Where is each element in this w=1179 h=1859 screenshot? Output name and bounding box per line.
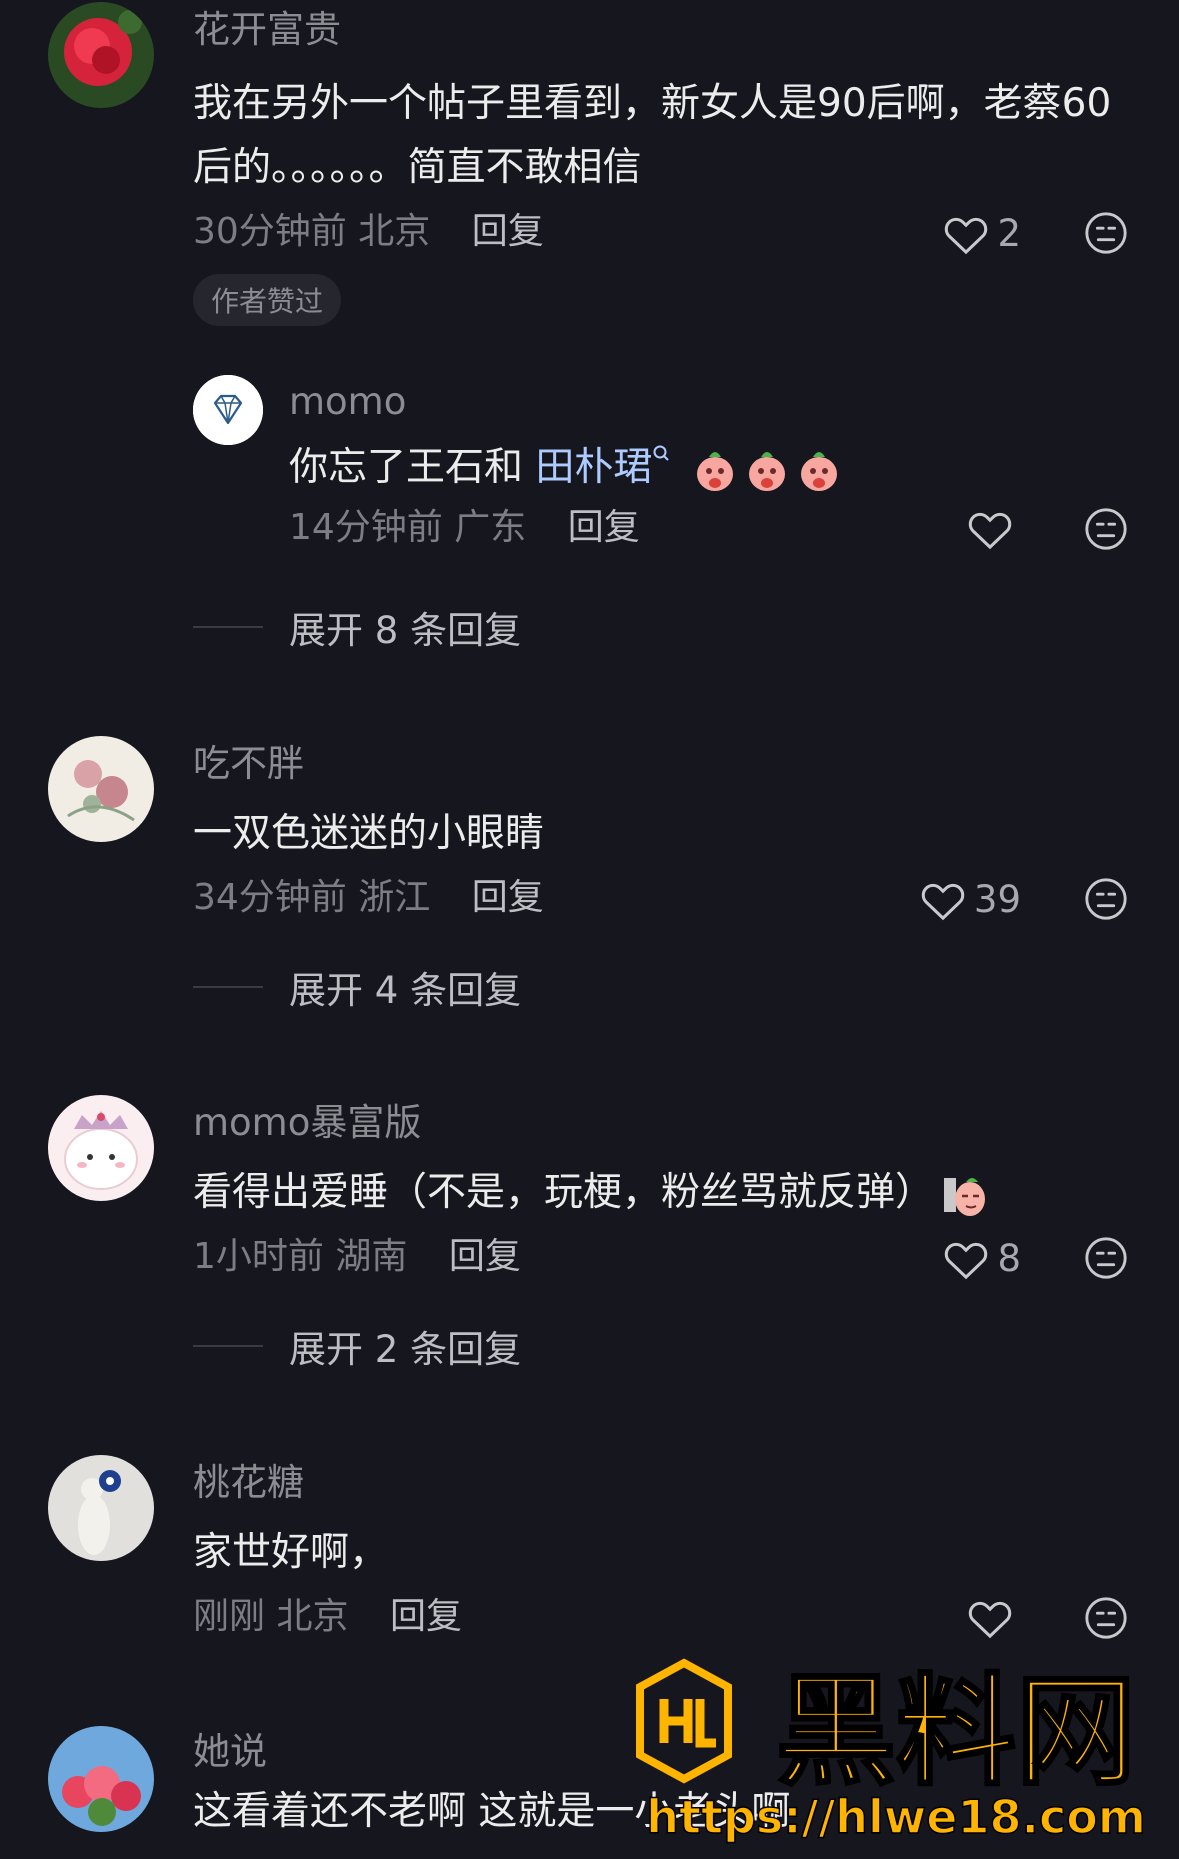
emoji-react-icon[interactable] <box>1083 210 1129 256</box>
divider <box>193 986 263 988</box>
author-liked-badge: 作者赞过 <box>193 274 342 326</box>
expand-replies-button[interactable]: 展开 4 条回复 <box>193 960 521 1014</box>
avatar[interactable] <box>48 2 154 108</box>
comment-meta: 34分钟前 浙江 回复 39 <box>193 876 1129 930</box>
like-count: 8 <box>997 1237 1021 1280</box>
comment-location: 北京 <box>358 211 431 252</box>
mention-link[interactable]: 田朴珺 <box>535 445 652 490</box>
comment-location: 浙江 <box>358 877 431 918</box>
username[interactable]: 吃不胖 <box>193 742 1129 786</box>
watermark-url: https://hlwe18.com <box>646 1790 1146 1844</box>
username[interactable]: 桃花糖 <box>193 1461 1129 1505</box>
emoji-react-icon[interactable] <box>1083 876 1129 922</box>
comment-time: 刚刚 <box>193 1596 266 1637</box>
comment-time: 30分钟前 <box>193 211 347 252</box>
like-button[interactable]: 2 <box>943 212 1021 256</box>
watermark-title: 黑料网 <box>776 1663 1136 1802</box>
facepalm-emoji-icon <box>800 451 837 491</box>
like-count: 2 <box>997 212 1021 255</box>
comment-time: 34分钟前 <box>193 877 347 918</box>
comment-location: 广东 <box>454 507 527 548</box>
comment-text: 看得出爱睡（不是，玩梗，粉丝骂就反弹） <box>193 1161 1129 1225</box>
comment-location: 北京 <box>276 1596 349 1637</box>
expand-label: 展开 4 条回复 <box>289 969 522 1012</box>
username[interactable]: momo <box>289 380 1129 424</box>
facepalm-emoji-icon <box>696 451 733 491</box>
like-button[interactable]: 39 <box>920 878 1021 922</box>
like-button[interactable] <box>967 1597 1021 1639</box>
avatar[interactable] <box>48 1095 154 1201</box>
expand-label: 展开 2 条回复 <box>289 1328 522 1371</box>
comment-meta: 1小时前 湖南 回复 8 <box>193 1235 1129 1289</box>
emoji-react-icon[interactable] <box>1083 1235 1129 1281</box>
comment-text: 我在另外一个帖子里看到，新女人是90后啊，老蔡60后的。。。。。。简直不敢相信 <box>193 81 1112 190</box>
heart-icon <box>921 883 965 921</box>
emoji-react-icon[interactable] <box>1083 506 1129 552</box>
expand-replies-button[interactable]: 展开 8 条回复 <box>193 600 521 654</box>
comment-text: 一双色迷迷的小眼睛 <box>193 811 545 856</box>
comment-text: 你忘了王石和 田朴珺 <box>289 436 1129 500</box>
reply-button[interactable]: 回复 <box>568 507 640 548</box>
reply-button[interactable]: 回复 <box>449 1236 521 1277</box>
heart-icon <box>968 512 1012 550</box>
username[interactable]: 花开富贵 <box>193 8 1129 52</box>
comment-meta: 刚刚 北京 回复 <box>193 1595 1129 1649</box>
reply-button[interactable]: 回复 <box>472 877 544 918</box>
emoji-react-icon[interactable] <box>1083 1595 1129 1641</box>
avatar[interactable] <box>48 736 154 842</box>
comment-time: 14分钟前 <box>289 507 443 548</box>
smirk-emoji-icon <box>944 1177 986 1216</box>
reply-button[interactable]: 回复 <box>472 211 544 252</box>
like-button[interactable] <box>967 508 1021 550</box>
search-icon[interactable] <box>652 444 672 470</box>
facepalm-emoji-icon <box>748 451 785 491</box>
avatar[interactable] <box>48 1726 154 1832</box>
divider <box>193 1345 263 1347</box>
comment-text-prefix: 你忘了王石和 <box>289 445 536 490</box>
comment-text: 家世好啊， <box>193 1530 389 1575</box>
avatar[interactable] <box>48 1455 154 1561</box>
comment-location: 湖南 <box>335 1236 408 1277</box>
heart-icon <box>968 1601 1012 1639</box>
comment-text-body: 看得出爱睡（不是，玩梗，粉丝骂就反弹） <box>193 1170 935 1215</box>
heart-icon <box>945 217 988 255</box>
username[interactable]: momo暴富版 <box>193 1101 1129 1145</box>
heart-icon <box>945 1242 988 1280</box>
comment-meta: 14分钟前 广东 回复 <box>289 506 1129 560</box>
divider <box>193 626 263 628</box>
expand-replies-button[interactable]: 展开 2 条回复 <box>193 1319 521 1373</box>
reply-button[interactable]: 回复 <box>390 1596 462 1637</box>
like-count: 39 <box>973 878 1021 921</box>
watermark: 黑料网 https://hlwe18.com <box>636 1655 1166 1855</box>
like-button[interactable]: 8 <box>943 1237 1021 1281</box>
avatar[interactable] <box>193 375 263 445</box>
expand-label: 展开 8 条回复 <box>289 609 522 652</box>
comment-time: 1小时前 <box>193 1236 324 1277</box>
comment-meta: 30分钟前 北京 回复 2 <box>193 210 1129 264</box>
